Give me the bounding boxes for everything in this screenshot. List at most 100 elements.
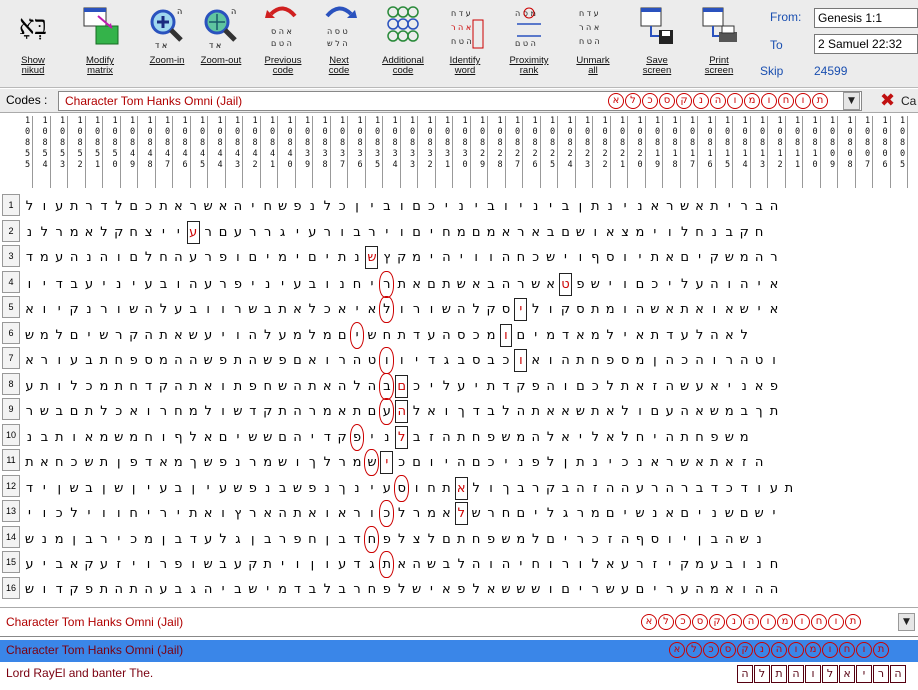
matrix-letter[interactable]: ך (335, 476, 350, 501)
matrix-letter[interactable]: ו (588, 220, 603, 245)
matrix-letter[interactable]: ל (469, 577, 484, 602)
matrix-letter[interactable]: ם (216, 220, 231, 245)
matrix-letter[interactable]: ה (662, 374, 677, 399)
matrix-letter[interactable]: מ (275, 245, 290, 270)
matrix-letter[interactable]: ע (767, 476, 782, 501)
matrix-letter[interactable]: י (752, 297, 767, 322)
matrix-letter[interactable]: כ (111, 399, 126, 424)
matrix-letter[interactable]: ל (350, 374, 365, 399)
matrix-letter[interactable]: א (335, 501, 350, 526)
matrix-letter[interactable]: פ (528, 374, 543, 399)
matrix-letter[interactable]: א (722, 450, 737, 475)
matrix-letter[interactable]: כ (528, 245, 543, 270)
matrix-letter[interactable]: ש (737, 297, 752, 322)
matrix-letter[interactable]: כ (320, 297, 335, 322)
results-row[interactable]: Lord RayEl and banter The. הריאלוהתלה (0, 663, 918, 685)
matrix-letter[interactable]: ב (737, 399, 752, 424)
matrix-letter[interactable]: ח (767, 552, 782, 577)
matrix-letter[interactable]: ע (618, 552, 633, 577)
matrix-letter[interactable]: ה (335, 374, 350, 399)
codes-chevron-down-icon[interactable]: ▼ (843, 92, 860, 110)
matrix-letter[interactable]: ת (111, 374, 126, 399)
matrix-letter[interactable]: י (260, 245, 275, 270)
matrix-letter[interactable]: ל (67, 501, 82, 526)
matrix-letter[interactable]: ש (469, 501, 484, 526)
matrix-letter[interactable]: ש (707, 399, 722, 424)
matrix-letter[interactable]: ר (111, 323, 126, 348)
matrix-letter[interactable]: מ (37, 245, 52, 270)
matrix-letter[interactable]: ש (111, 425, 126, 450)
matrix-letter[interactable]: פ (379, 527, 394, 552)
matrix-letter[interactable]: כ (618, 450, 633, 475)
matrix-letter[interactable]: ס (141, 348, 156, 373)
matrix-letter[interactable]: ח (350, 272, 365, 297)
matrix-letter[interactable]: א (260, 501, 275, 526)
matrix-letter[interactable]: ו (767, 348, 782, 373)
matrix-letter[interactable]: ב (82, 348, 97, 373)
matrix-letter[interactable]: ע (156, 577, 171, 602)
matrix-letter[interactable]: ו (424, 450, 439, 475)
matrix-letter[interactable]: ו (156, 425, 171, 450)
matrix-letter[interactable]: ק (335, 425, 350, 450)
matrix-letter[interactable]: ו (186, 552, 201, 577)
matrix-letter[interactable]: ש (499, 425, 514, 450)
matrix-letter[interactable]: ש (513, 577, 528, 602)
matrix-letter[interactable]: א (543, 272, 558, 297)
matrix-letter[interactable]: ת (379, 551, 395, 578)
matrix-letter[interactable]: ת (767, 399, 782, 424)
matrix-letter[interactable]: ק (677, 552, 692, 577)
matrix-letter[interactable]: ד (350, 527, 365, 552)
matrix-letter[interactable]: י (528, 501, 543, 526)
matrix-letter[interactable]: ל (52, 323, 67, 348)
matrix-letter[interactable]: ע (335, 552, 350, 577)
row-number[interactable]: 10 (2, 423, 20, 446)
matrix-letter[interactable]: ו (216, 399, 231, 424)
matrix-letter[interactable]: ב (171, 527, 186, 552)
matrix-letter[interactable]: ו (335, 220, 350, 245)
matrix-letter[interactable]: ש (499, 577, 514, 602)
matrix-letter[interactable]: ל (454, 501, 469, 526)
matrix-letter[interactable]: ה (662, 425, 677, 450)
matrix-letter[interactable]: ס (469, 348, 484, 373)
matrix-letter[interactable]: ל (543, 425, 558, 450)
matrix-letter[interactable]: י (201, 476, 216, 501)
matrix-letter[interactable]: ב (558, 194, 573, 219)
row-number[interactable]: 12 (2, 474, 20, 497)
matrix-letter[interactable]: ף (588, 245, 603, 270)
matrix-letter[interactable]: ש (126, 297, 141, 322)
matrix-letter[interactable]: נ (379, 425, 394, 450)
matrix-letter[interactable]: א (171, 194, 186, 219)
matrix-letter[interactable]: י (260, 577, 275, 602)
matrix-letter[interactable]: נ (528, 194, 543, 219)
matrix-letter[interactable]: י (126, 272, 141, 297)
matrix-letter[interactable]: א (499, 220, 514, 245)
matrix-letter[interactable]: ק (707, 245, 722, 270)
matrix-letter[interactable]: ו (543, 297, 558, 322)
matrix-letter[interactable]: מ (707, 577, 722, 602)
matrix-letter[interactable]: ו (141, 552, 156, 577)
matrix-letter[interactable]: ה (603, 476, 618, 501)
matrix-letter[interactable]: ה (96, 245, 111, 270)
matrix-letter[interactable]: ד (245, 399, 260, 424)
matrix-letter[interactable]: ם (335, 323, 350, 348)
matrix-letter[interactable]: א (573, 323, 588, 348)
matrix-letter[interactable]: נ (350, 476, 365, 501)
matrix-letter[interactable]: י (513, 194, 528, 219)
matrix-letter[interactable]: ת (588, 297, 603, 322)
matrix-letter[interactable]: ר (186, 194, 201, 219)
matrix-letter[interactable]: י (662, 272, 677, 297)
matrix-letter[interactable]: ף (171, 425, 186, 450)
matrix-letter[interactable]: ש (260, 425, 275, 450)
matrix-letter[interactable]: ן (52, 476, 67, 501)
matrix-letter[interactable]: ע (96, 552, 111, 577)
matrix-letter[interactable]: ן (186, 476, 201, 501)
matrix-letter[interactable]: ן (156, 527, 171, 552)
matrix-letter[interactable]: י (275, 272, 290, 297)
matrix-letter[interactable]: י (767, 501, 782, 526)
matrix-letter[interactable]: ג (275, 220, 290, 245)
matrix-letter[interactable]: א (692, 450, 707, 475)
matrix-letter[interactable]: י (469, 194, 484, 219)
matrix-letter[interactable]: ב (260, 297, 275, 322)
matrix-letter[interactable]: ח (141, 425, 156, 450)
matrix-letter[interactable]: מ (633, 348, 648, 373)
